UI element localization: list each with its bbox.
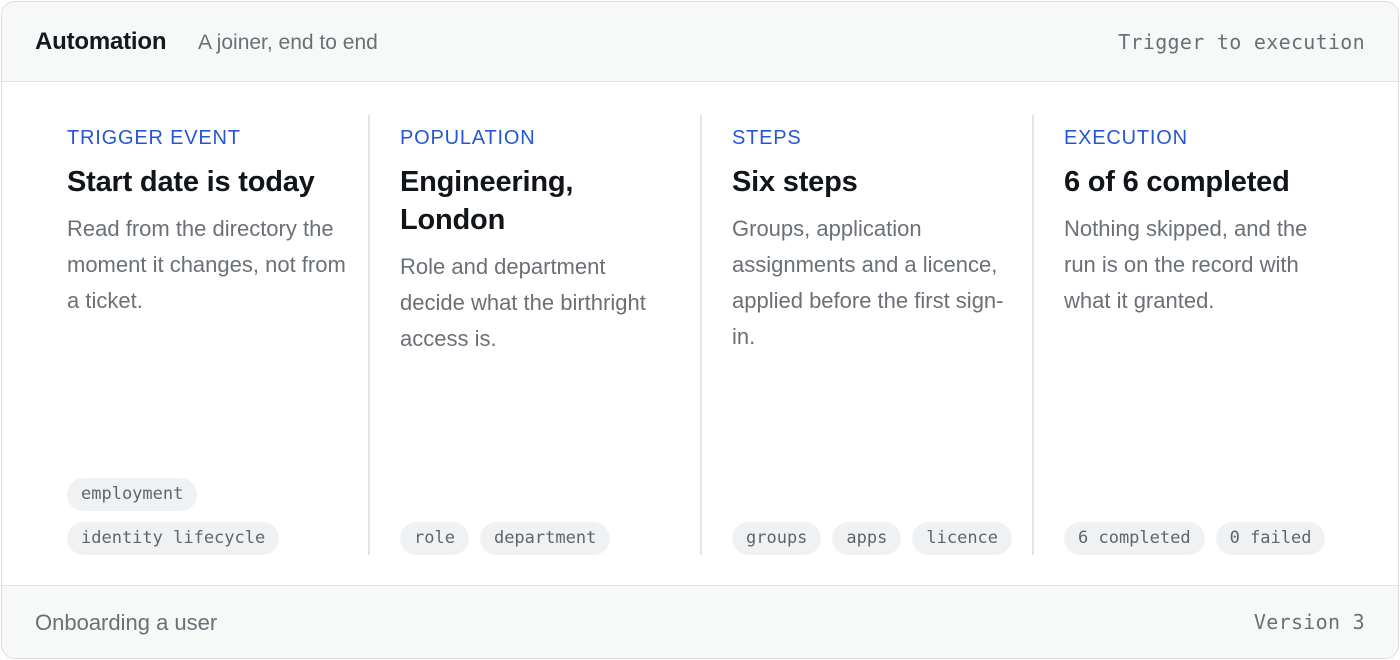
tag: role	[400, 522, 469, 555]
column-title: Six steps	[732, 166, 858, 198]
column-eyebrow: EXECUTION	[1064, 127, 1188, 149]
column-execution: EXECUTION 6 of 6 completed Nothing skipp…	[1032, 115, 1364, 555]
column-title: Start date is today	[67, 166, 315, 198]
tag: licence	[912, 522, 1013, 555]
column-eyebrow: POPULATION	[400, 127, 536, 149]
tag: employment	[67, 478, 198, 511]
tag: groups	[732, 522, 822, 555]
column-description: Nothing skipped, and the run is on the r…	[1064, 216, 1308, 313]
automation-card: Automation A joiner, end to end Trigger …	[1, 1, 1399, 659]
card-title: Automation	[35, 28, 167, 55]
column-title: 6 of 6 completed	[1064, 166, 1290, 198]
header-caption: Trigger to execution	[1118, 30, 1365, 54]
column-eyebrow: STEPS	[732, 127, 802, 149]
tag: identity lifecycle	[67, 522, 280, 555]
tag: 6 completed	[1064, 522, 1205, 555]
tag: 0 failed	[1215, 522, 1326, 555]
footer-label: Onboarding a user	[35, 610, 218, 635]
card-header: Automation A joiner, end to end Trigger …	[2, 2, 1398, 82]
column-steps: STEPS Six steps Groups, application assi…	[700, 115, 1032, 555]
column-title: Engineering, London	[400, 166, 574, 236]
column-trigger-event: TRIGGER EVENT Start date is today Read f…	[37, 115, 369, 555]
tag-list: role department	[400, 522, 690, 555]
tag: department	[479, 522, 611, 555]
column-population: POPULATION Engineering, London Role and …	[368, 115, 700, 555]
tag-list: 6 completed 0 failed	[1064, 522, 1354, 555]
column-eyebrow: TRIGGER EVENT	[67, 127, 241, 149]
tag: apps	[832, 522, 902, 555]
card-footer: Onboarding a user Version 3	[2, 585, 1398, 658]
column-description: Read from the directory the moment it ch…	[67, 216, 346, 313]
version-label: Version 3	[1253, 610, 1365, 634]
column-description: Groups, application assignments and a li…	[732, 216, 1004, 349]
tag-list: groups apps licence	[732, 522, 1022, 555]
column-description: Role and department decide what the birt…	[400, 254, 646, 351]
card-subtitle: A joiner, end to end	[198, 31, 378, 54]
tag-list: employment identity lifecycle	[67, 478, 357, 555]
